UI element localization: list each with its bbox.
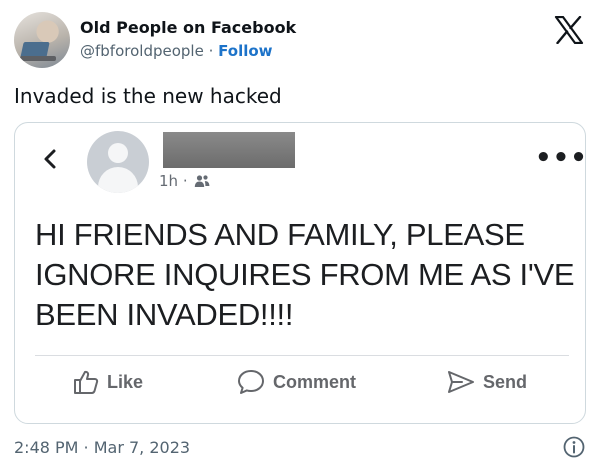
handle-separator: ·	[203, 42, 219, 60]
like-label: Like	[107, 371, 144, 392]
post-divider	[35, 355, 569, 356]
info-icon[interactable]	[563, 436, 585, 458]
send-label: Send	[483, 371, 528, 392]
default-avatar-head-shape	[108, 143, 128, 163]
send-icon	[448, 371, 474, 393]
post-time: 1h ·	[159, 172, 188, 190]
friends-icon	[195, 175, 210, 187]
author-handle[interactable]: @fbforoldpeople	[80, 42, 204, 60]
like-button[interactable]: Like	[73, 369, 143, 395]
comment-button[interactable]: Comment	[237, 369, 356, 395]
thumbs-up-icon	[74, 370, 99, 394]
poster-avatar[interactable]	[87, 131, 149, 193]
tweet-text: Invaded is the new hacked	[14, 84, 282, 108]
follow-button[interactable]: Follow	[218, 42, 272, 60]
comment-bubble-icon	[238, 370, 264, 394]
author-avatar[interactable]	[14, 12, 70, 68]
post-text: HI FRIENDS AND FAMILY, PLEASE IGNORE INQ…	[35, 217, 575, 332]
author-name[interactable]: Old People on Facebook	[80, 18, 296, 37]
tweet-timestamp[interactable]: 2:48 PM · Mar 7, 2023	[14, 438, 190, 457]
author-handle-row: @fbforoldpeople · Follow	[80, 42, 273, 60]
chevron-left-icon[interactable]	[39, 147, 63, 171]
send-button[interactable]: Send	[447, 369, 527, 395]
x-logo-icon[interactable]	[554, 16, 584, 44]
comment-label: Comment	[273, 371, 357, 392]
post-actions: Like Comment Send	[15, 367, 585, 403]
embedded-post-card[interactable]: 1h · ••• HI FRIENDS AND FAMILY, PLEASE I…	[14, 122, 586, 424]
more-dots-icon[interactable]: •••	[535, 145, 585, 171]
avatar-laptop-base-shape	[20, 56, 56, 61]
post-meta: 1h ·	[159, 172, 210, 190]
redacted-name-bar	[163, 132, 295, 168]
default-avatar-body-shape	[98, 167, 138, 193]
